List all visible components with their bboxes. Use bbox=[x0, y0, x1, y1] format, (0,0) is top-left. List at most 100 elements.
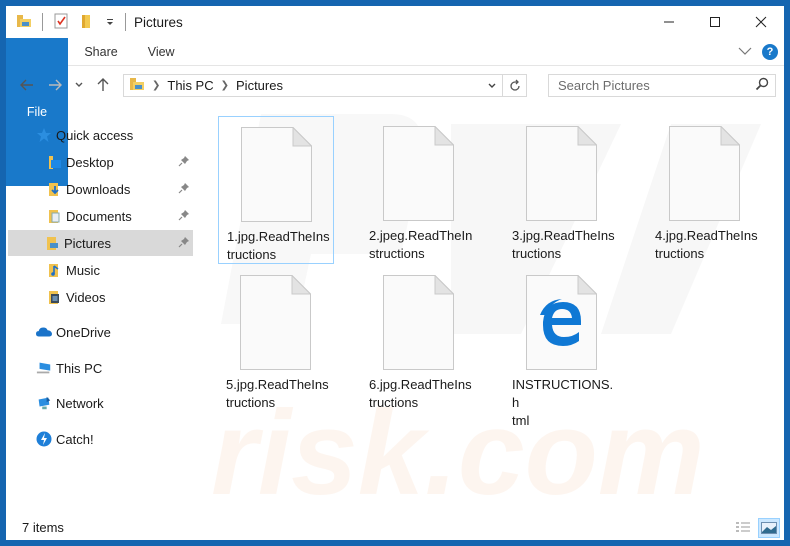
sidebar-item-videos[interactable]: Videos bbox=[8, 284, 193, 310]
blank-file-icon bbox=[383, 275, 454, 370]
item-count: 7 items bbox=[22, 519, 64, 535]
file-item[interactable]: 5.jpg.ReadTheIns tructions bbox=[218, 265, 334, 413]
pin-icon[interactable] bbox=[178, 155, 190, 170]
sidebar-item-label: This PC bbox=[56, 360, 103, 376]
title-bar: Pictures bbox=[6, 6, 784, 38]
sidebar-item-quick-access[interactable]: Quick access bbox=[8, 122, 193, 148]
blank-file-icon bbox=[241, 127, 312, 222]
file-explorer-window: Pictures File Home Share View ? bbox=[6, 6, 784, 540]
customize-dropdown-icon[interactable] bbox=[105, 15, 115, 30]
chevron-down-icon bbox=[738, 47, 752, 55]
sidebar-item-documents[interactable]: Documents bbox=[8, 203, 193, 229]
up-button[interactable] bbox=[92, 74, 114, 96]
status-bar: 7 items bbox=[6, 514, 784, 540]
sidebar-item-label: Music bbox=[66, 262, 100, 278]
sidebar-item-label: Network bbox=[56, 395, 104, 411]
search-box[interactable]: Search Pictures bbox=[548, 74, 776, 97]
properties-icon[interactable] bbox=[53, 13, 69, 32]
file-name: INSTRUCTIONS.h tml bbox=[512, 377, 614, 428]
sidebar-item-catch[interactable]: Catch! bbox=[8, 426, 193, 452]
navigation-pane: Quick access Desktop Downloads Documents… bbox=[6, 104, 196, 514]
details-view-button[interactable] bbox=[732, 518, 754, 538]
maximize-button[interactable] bbox=[692, 6, 738, 38]
file-item[interactable]: 2.jpeg.ReadTheIn structions bbox=[361, 116, 477, 264]
sidebar-item-label: Desktop bbox=[66, 154, 114, 170]
ribbon-right-controls: ? bbox=[738, 38, 784, 65]
expand-ribbon-button[interactable] bbox=[738, 44, 752, 59]
sidebar-item-onedrive[interactable]: OneDrive bbox=[8, 319, 193, 345]
chevron-down-icon bbox=[488, 83, 496, 88]
window-title: Pictures bbox=[134, 14, 183, 30]
sidebar-item-desktop[interactable]: Desktop bbox=[8, 149, 193, 175]
arrow-right-icon bbox=[49, 79, 62, 91]
tab-share[interactable]: Share bbox=[69, 38, 132, 65]
pictures-folder-icon bbox=[16, 13, 32, 32]
edge-html-file-icon bbox=[526, 275, 597, 370]
breadcrumb-pictures[interactable]: Pictures bbox=[236, 78, 283, 93]
sidebar-item-label: Downloads bbox=[66, 181, 131, 197]
pictures-folder-icon bbox=[129, 76, 145, 95]
file-item[interactable]: INSTRUCTIONS.h tml bbox=[504, 265, 620, 428]
file-item[interactable]: 4.jpg.ReadTheIns tructions bbox=[647, 116, 763, 264]
star-icon bbox=[36, 127, 52, 143]
navigation-bar: ❯ This PC ❯ Pictures Search Pictures bbox=[6, 66, 784, 104]
pin-icon[interactable] bbox=[178, 209, 190, 224]
refresh-icon bbox=[509, 79, 520, 91]
sidebar-item-music[interactable]: Music bbox=[8, 257, 193, 283]
chevron-down-icon bbox=[75, 82, 83, 87]
tab-view[interactable]: View bbox=[133, 38, 190, 65]
onedrive-icon bbox=[36, 324, 52, 340]
search-input[interactable]: Search Pictures bbox=[558, 78, 650, 93]
file-name: 2.jpeg.ReadTheIn structions bbox=[369, 228, 473, 261]
desktop-folder-icon bbox=[46, 154, 62, 170]
file-list-view: risk.com 1.jpg.ReadTheIns tructions 2.jpe… bbox=[201, 104, 784, 514]
breadcrumb-separator-icon[interactable]: ❯ bbox=[152, 80, 160, 91]
sidebar-item-label: Documents bbox=[66, 208, 132, 224]
network-icon bbox=[36, 395, 52, 411]
minimize-button[interactable] bbox=[646, 6, 692, 38]
videos-folder-icon bbox=[46, 289, 62, 305]
file-item[interactable]: 1.jpg.ReadTheIns tructions bbox=[218, 116, 334, 264]
new-folder-icon[interactable] bbox=[79, 13, 95, 32]
sidebar-item-network[interactable]: Network bbox=[8, 390, 193, 416]
forward-button[interactable] bbox=[44, 74, 66, 96]
separator bbox=[42, 13, 43, 31]
file-name: 1.jpg.ReadTheIns tructions bbox=[227, 229, 330, 262]
catch-icon bbox=[36, 431, 52, 447]
file-name: 3.jpg.ReadTheIns tructions bbox=[512, 228, 615, 261]
address-history-dropdown[interactable] bbox=[482, 82, 502, 90]
documents-folder-icon bbox=[46, 208, 62, 224]
ribbon-tabs: File Home Share View ? bbox=[6, 38, 784, 186]
breadcrumb-this-pc[interactable]: This PC bbox=[167, 78, 213, 93]
pin-icon[interactable] bbox=[178, 182, 190, 197]
arrow-up-icon bbox=[97, 78, 109, 91]
blank-file-icon bbox=[240, 275, 311, 370]
sidebar-item-pictures[interactable]: Pictures bbox=[8, 230, 193, 256]
close-icon bbox=[755, 16, 767, 28]
address-bar[interactable]: ❯ This PC ❯ Pictures bbox=[123, 74, 527, 97]
sidebar-item-downloads[interactable]: Downloads bbox=[8, 176, 193, 202]
music-folder-icon bbox=[46, 262, 62, 278]
refresh-button[interactable] bbox=[502, 75, 526, 96]
sidebar-item-label: Catch! bbox=[56, 431, 94, 447]
pin-icon[interactable] bbox=[178, 236, 190, 251]
address-bar-actions bbox=[482, 75, 526, 96]
help-button[interactable]: ? bbox=[762, 43, 778, 60]
sidebar-item-this-pc[interactable]: This PC bbox=[8, 355, 193, 381]
view-toggle bbox=[732, 518, 780, 538]
file-item[interactable]: 6.jpg.ReadTheIns tructions bbox=[361, 265, 477, 413]
maximize-icon bbox=[710, 17, 720, 27]
file-name: 5.jpg.ReadTheIns tructions bbox=[226, 377, 329, 410]
downloads-folder-icon bbox=[46, 181, 62, 197]
large-icons-view-button[interactable] bbox=[758, 518, 780, 538]
breadcrumb-separator-icon[interactable]: ❯ bbox=[221, 80, 229, 91]
large-icons-view-icon bbox=[761, 522, 777, 534]
recent-locations-button[interactable] bbox=[68, 74, 90, 96]
search-icon[interactable] bbox=[755, 77, 769, 94]
back-button[interactable] bbox=[16, 74, 38, 96]
blank-file-icon bbox=[669, 126, 740, 221]
close-button[interactable] bbox=[738, 6, 784, 38]
arrow-left-icon bbox=[20, 79, 33, 91]
file-item[interactable]: 3.jpg.ReadTheIns tructions bbox=[504, 116, 620, 264]
sidebar-item-label: Quick access bbox=[56, 127, 134, 143]
